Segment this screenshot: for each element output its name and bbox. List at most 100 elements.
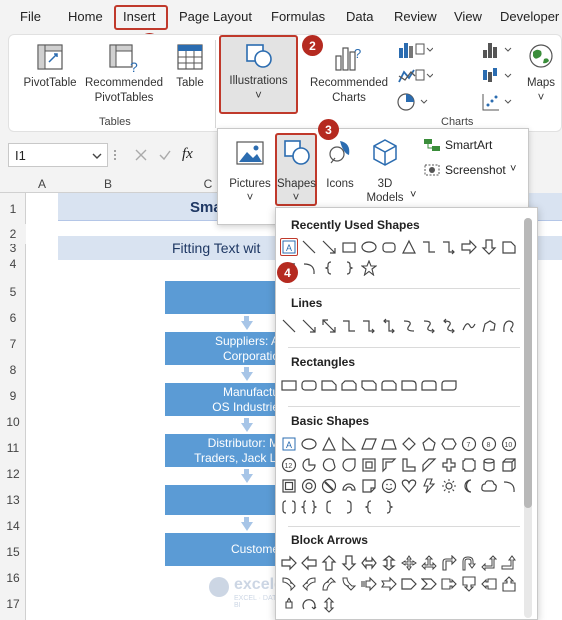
- notched-right-arrow-shape[interactable]: [380, 575, 398, 593]
- flow-box-4[interactable]: Distributor: M Traders, Jack Li: [165, 434, 285, 467]
- menu-file[interactable]: File: [20, 9, 41, 24]
- moon-shape[interactable]: [460, 477, 478, 495]
- icons-button[interactable]: Icons: [321, 135, 359, 205]
- insert-function-button[interactable]: fx: [182, 146, 193, 163]
- row-header-14[interactable]: 14: [0, 519, 26, 533]
- smartart-button[interactable]: SmartArt: [423, 137, 523, 155]
- screenshot-button[interactable]: Screenshot ˅: [423, 162, 523, 180]
- text-box-shape[interactable]: A: [280, 435, 298, 453]
- double-brace-shape[interactable]: [300, 498, 318, 516]
- row-header-4[interactable]: 4: [0, 257, 26, 271]
- name-box[interactable]: I1: [8, 143, 108, 167]
- bevel-shape[interactable]: [280, 477, 298, 495]
- right-arrow-shape[interactable]: [460, 238, 478, 256]
- round-single-corner-shape[interactable]: [400, 376, 418, 394]
- column-header-a[interactable]: A: [26, 175, 58, 193]
- scatter-chart-icon[interactable]: [481, 92, 517, 112]
- down-arrow-shape[interactable]: [480, 238, 498, 256]
- block-arc-shape[interactable]: [340, 477, 358, 495]
- cross-shape[interactable]: [440, 456, 458, 474]
- u-turn-arrow-shape[interactable]: [460, 554, 478, 572]
- up-down-arrow-shape[interactable]: [380, 554, 398, 572]
- 3d-models-button[interactable]: 3D Models: [364, 135, 406, 215]
- bent-up-arrow-shape[interactable]: [500, 554, 518, 572]
- hierarchy-chart-icon[interactable]: [481, 40, 517, 60]
- double-bracket-shape[interactable]: [280, 498, 298, 516]
- pictures-button[interactable]: Pictures ˅: [226, 135, 274, 205]
- chevron-down-icon[interactable]: [92, 152, 102, 160]
- rectangle-shape[interactable]: [340, 238, 358, 256]
- right-triangle-shape[interactable]: [340, 435, 358, 453]
- row-header-1[interactable]: 1: [0, 202, 26, 216]
- diagonal-stripe-shape[interactable]: [420, 456, 438, 474]
- hexagon-shape[interactable]: [440, 435, 458, 453]
- cancel-icon[interactable]: [134, 148, 148, 162]
- dodecagon-shape[interactable]: 12: [280, 456, 298, 474]
- smiley-face-shape[interactable]: [380, 477, 398, 495]
- menu-review[interactable]: Review: [394, 9, 437, 24]
- menu-insert[interactable]: Insert: [123, 9, 156, 24]
- bent-arrow-shape[interactable]: [440, 554, 458, 572]
- double-arrow-line-shape[interactable]: [320, 317, 338, 335]
- snip-round-shape[interactable]: [380, 376, 398, 394]
- snip-same-side-shape[interactable]: [340, 376, 358, 394]
- row-header-11[interactable]: 11: [0, 441, 26, 455]
- column-header-b[interactable]: B: [58, 175, 158, 193]
- line-shape[interactable]: [300, 238, 318, 256]
- pie-chart-icon[interactable]: [397, 92, 433, 112]
- rectangle-shape[interactable]: [280, 376, 298, 394]
- menu-page-layout[interactable]: Page Layout: [179, 9, 252, 24]
- heart-shape[interactable]: [400, 477, 418, 495]
- row-header-7[interactable]: 7: [0, 337, 26, 351]
- quad-arrow-callout-shape[interactable]: [280, 596, 298, 614]
- pentagon-shape[interactable]: [420, 435, 438, 453]
- line-chart-icon[interactable]: [397, 66, 433, 86]
- line-shape[interactable]: [280, 317, 298, 335]
- left-right-up-arrow-shape[interactable]: [420, 554, 438, 572]
- up-arrow-shape[interactable]: [320, 554, 338, 572]
- menu-view[interactable]: View: [454, 9, 482, 24]
- arrow-line-shape[interactable]: [320, 238, 338, 256]
- rounded-rect-shape[interactable]: [380, 238, 398, 256]
- folded-corner-shape[interactable]: [360, 477, 378, 495]
- up-arrow-callout-shape[interactable]: [500, 575, 518, 593]
- menu-developer[interactable]: Developer: [500, 9, 559, 24]
- gallery-scrollbar-thumb[interactable]: [524, 218, 532, 508]
- diamond-shape[interactable]: [400, 435, 418, 453]
- up-down-callout-shape[interactable]: [320, 596, 338, 614]
- round-same-side-shape[interactable]: [420, 376, 438, 394]
- table-button[interactable]: Table: [170, 40, 210, 110]
- freeform-shape[interactable]: [480, 317, 498, 335]
- row-header-8[interactable]: 8: [0, 363, 26, 377]
- snip-diagonal-shape[interactable]: [360, 376, 378, 394]
- down-arrow-shape[interactable]: [340, 554, 358, 572]
- recommended-pivottables-button[interactable]: ? Recommended PivotTables: [82, 40, 166, 110]
- partial-circle-shape[interactable]: [300, 456, 318, 474]
- arc-shape[interactable]: [500, 477, 518, 495]
- trapezoid-shape[interactable]: [380, 435, 398, 453]
- triangle-shape[interactable]: [320, 435, 338, 453]
- no-symbol-shape[interactable]: [320, 477, 338, 495]
- elbow-double-arrow-shape[interactable]: [380, 317, 398, 335]
- row-header-16[interactable]: 16: [0, 571, 26, 585]
- arrow-line-shape[interactable]: [300, 317, 318, 335]
- l-shape[interactable]: [400, 456, 418, 474]
- half-frame-shape[interactable]: [380, 456, 398, 474]
- snip-single-corner-shape[interactable]: [320, 376, 338, 394]
- enter-icon[interactable]: [158, 148, 172, 162]
- flow-box-1[interactable]: [165, 281, 285, 314]
- decagon-shape[interactable]: 10: [500, 435, 518, 453]
- parallelogram-shape[interactable]: [360, 435, 378, 453]
- can-shape[interactable]: [480, 456, 498, 474]
- lightning-bolt-shape[interactable]: [420, 477, 438, 495]
- flow-box-6[interactable]: Custome: [165, 533, 285, 566]
- curved-up-arrow-shape[interactable]: [320, 575, 338, 593]
- chord-shape[interactable]: [320, 456, 338, 474]
- curved-right-arrow-shape[interactable]: [280, 575, 298, 593]
- text-box-shape[interactable]: A: [280, 238, 298, 256]
- row-header-17[interactable]: 17: [0, 597, 26, 611]
- left-right-arrow-shape[interactable]: [360, 554, 378, 572]
- rounded-rect-shape[interactable]: [300, 376, 318, 394]
- elbow-connector-shape[interactable]: [340, 317, 358, 335]
- right-arrow-callout-shape[interactable]: [440, 575, 458, 593]
